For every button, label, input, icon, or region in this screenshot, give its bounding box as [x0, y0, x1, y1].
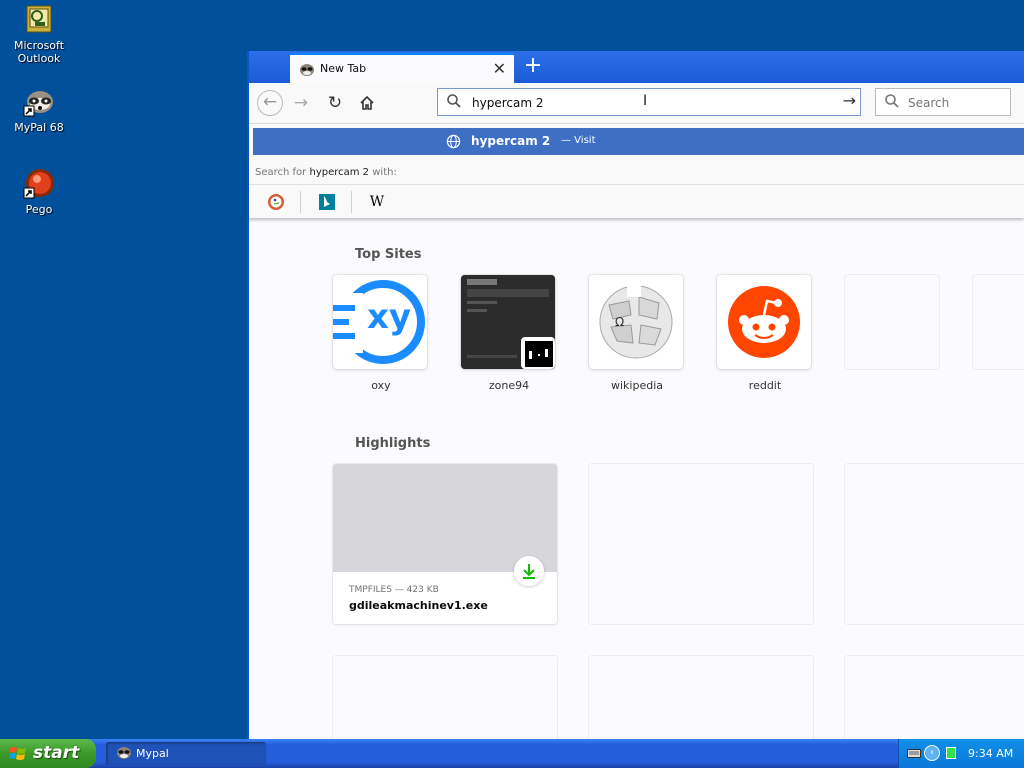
top-site-empty[interactable] [973, 275, 1024, 369]
search-engine-row: W [249, 184, 1024, 219]
taskbar: start Mypal ‹ 9:34 AM [0, 739, 1024, 768]
top-site-name: zone94 [488, 379, 530, 392]
top-site-name: wikipedia [610, 379, 663, 392]
top-site-tile: xy [333, 275, 427, 369]
url-input[interactable] [470, 91, 814, 115]
autocomplete-visit-row[interactable]: hypercam 2 — Visit [253, 128, 1024, 155]
url-bar[interactable]: I → [437, 88, 861, 116]
autocomplete-visit-action: — Visit [561, 135, 596, 146]
desktop-icon-label: MyPal 68 [14, 121, 64, 134]
autocomplete-visit-title: hypercam 2 [471, 134, 551, 148]
globe-icon [446, 134, 461, 153]
highlight-card-empty [589, 656, 813, 746]
home-icon [360, 95, 374, 110]
top-site-name: oxy [371, 379, 391, 392]
desktop-icon-label: Pego [25, 203, 53, 216]
duckduckgo-icon[interactable] [266, 192, 286, 212]
tab-strip: New Tab ✕ + [249, 51, 1024, 83]
highlight-card-empty [845, 656, 1024, 746]
tab-title: New Tab [320, 62, 367, 75]
highlight-card[interactable]: TMPFILES — 423 KB gdileakmachinev1.exe [333, 464, 557, 624]
zone94-thumbnail-icon [461, 275, 555, 369]
back-button[interactable]: ← [257, 90, 283, 116]
clock: 9:34 AM [968, 747, 1014, 760]
top-site-wikipedia[interactable]: Ω wikipedia [589, 275, 685, 392]
search-for-prefix: Search for [255, 167, 307, 178]
arrow-left-icon: ← [262, 92, 278, 112]
chevron-left-icon[interactable]: ‹ [924, 745, 940, 761]
wikipedia-letter: W [369, 194, 385, 210]
search-for-suffix: with: [372, 167, 397, 178]
url-autocomplete-popup: hypercam 2 — Visit Search for hypercam 2… [249, 124, 1024, 218]
download-icon [523, 564, 535, 579]
outlook-icon [23, 4, 55, 36]
search-input[interactable] [906, 92, 1006, 114]
top-site-tile [717, 275, 811, 369]
text-cursor-icon: I [643, 93, 648, 109]
network-status-icon[interactable] [946, 747, 956, 759]
bing-icon[interactable] [317, 192, 337, 212]
top-site-zone94[interactable]: zone94 [461, 275, 557, 392]
top-sites-title: Top Sites [355, 247, 422, 262]
arrow-right-icon: → [293, 93, 309, 113]
desktop-icon-mypal[interactable]: MyPal 68 [1, 86, 77, 134]
top-site-tile [845, 275, 939, 369]
mypal-icon [116, 746, 132, 763]
keyboard-icon[interactable] [907, 747, 921, 762]
home-button[interactable] [355, 91, 379, 115]
top-site-name: reddit [748, 379, 782, 392]
go-button[interactable]: → [843, 91, 856, 110]
wikipedia-icon[interactable]: W [367, 192, 387, 212]
top-site-oxy[interactable]: xy oxy [333, 275, 429, 392]
highlight-card-empty [589, 464, 813, 624]
top-site-tile [973, 275, 1024, 369]
tab-new-tab[interactable]: New Tab ✕ [290, 53, 514, 83]
start-button[interactable]: start [0, 739, 96, 768]
mypal-icon [23, 86, 55, 118]
navigation-toolbar: ← → ↻ I → [249, 83, 1024, 124]
desktop-icon-outlook[interactable]: Microsoft Outlook [1, 4, 77, 65]
reload-button[interactable]: ↻ [323, 91, 347, 115]
highlight-card-empty [333, 656, 557, 746]
start-label: start [33, 743, 80, 763]
search-for-term: hypercam 2 [309, 167, 370, 178]
taskbar-button-mypal[interactable]: Mypal [106, 742, 266, 765]
highlight-meta: TMPFILES — 423 KB [349, 585, 439, 595]
highlight-card-empty [845, 464, 1024, 624]
browser-frame: New Tab ✕ + ← → ↻ I [249, 51, 1024, 746]
mypal-icon [299, 62, 315, 76]
top-site-reddit[interactable]: reddit [717, 275, 813, 392]
new-tab-button[interactable]: + [521, 55, 545, 79]
search-bar[interactable] [875, 88, 1011, 116]
reload-icon: ↻ [327, 93, 343, 113]
windows-logo-icon [9, 745, 27, 768]
close-icon[interactable]: ✕ [493, 59, 506, 78]
taskbar-button-label: Mypal [136, 747, 169, 760]
top-site-empty[interactable] [845, 275, 941, 369]
separator [300, 191, 301, 213]
forward-button[interactable]: → [289, 91, 313, 115]
download-button[interactable] [514, 556, 544, 586]
highlight-filename: gdileakmachinev1.exe [349, 599, 488, 612]
browser-window: New Tab ✕ + ← → ↻ I [247, 51, 1024, 746]
separator [351, 191, 352, 213]
desktop-icon-pego[interactable]: Pego [1, 168, 77, 216]
oxy-tile-text: xy [367, 297, 412, 337]
top-site-tile [461, 275, 555, 369]
highlights-title: Highlights [355, 436, 431, 451]
search-for-label: Search for hypercam 2 with: [255, 167, 397, 178]
pego-icon [23, 168, 55, 200]
desktop-icon-label: Microsoft Outlook [13, 39, 65, 65]
top-site-tile: Ω [589, 275, 683, 369]
search-icon [884, 93, 900, 113]
reddit-icon [728, 286, 800, 358]
wikipedia-globe-icon [599, 281, 673, 359]
system-tray: ‹ 9:34 AM [898, 739, 1024, 768]
search-icon [446, 93, 462, 113]
wikipedia-omega-text: Ω [615, 315, 625, 329]
